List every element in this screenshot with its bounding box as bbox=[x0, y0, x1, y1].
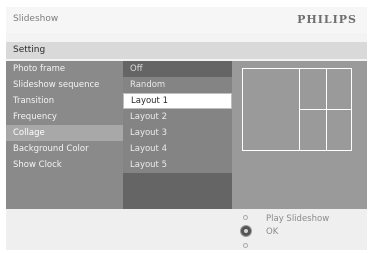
preview-cell bbox=[326, 69, 351, 110]
brand-logo: PHILIPS bbox=[297, 13, 357, 26]
option-layout-3[interactable]: Layout 3 bbox=[123, 125, 232, 141]
option-layout-1[interactable]: Layout 1 bbox=[123, 93, 232, 109]
photo-frame-screen: Slideshow PHILIPS Setting Photo frame Sl… bbox=[6, 7, 367, 250]
option-layout-2[interactable]: Layout 2 bbox=[123, 109, 232, 125]
preview-cell-large bbox=[243, 69, 300, 151]
hint-ok: OK bbox=[266, 227, 279, 237]
option-random[interactable]: Random bbox=[123, 77, 232, 93]
dial-center bbox=[244, 229, 248, 233]
control-hints: Play Slideshow OK bbox=[6, 209, 367, 250]
menu-item-slideshow-sequence[interactable]: Slideshow sequence bbox=[6, 77, 123, 93]
collage-options: Off Random Layout 1 Layout 2 Layout 3 La… bbox=[123, 61, 232, 173]
menu-item-collage[interactable]: Collage bbox=[6, 125, 123, 141]
option-layout-5[interactable]: Layout 5 bbox=[123, 157, 232, 173]
navigation-dial-icon bbox=[236, 215, 256, 248]
menu-item-photo-frame[interactable]: Photo frame bbox=[6, 61, 123, 77]
screen-title: Slideshow bbox=[13, 14, 59, 24]
settings-menu-panel: Photo frame Slideshow sequence Transitio… bbox=[6, 61, 123, 209]
menu-item-background-color[interactable]: Background Color bbox=[6, 141, 123, 157]
setting-breadcrumb: Setting bbox=[6, 42, 367, 59]
preview-cell bbox=[326, 109, 351, 150]
menu-item-frequency[interactable]: Frequency bbox=[6, 109, 123, 125]
option-off[interactable]: Off bbox=[123, 61, 232, 77]
option-layout-4[interactable]: Layout 4 bbox=[123, 141, 232, 157]
down-indicator-icon bbox=[243, 243, 248, 248]
up-indicator-icon bbox=[243, 215, 248, 220]
collage-options-panel: Off Random Layout 1 Layout 2 Layout 3 La… bbox=[123, 61, 232, 209]
hint-play-slideshow: Play Slideshow bbox=[266, 214, 330, 224]
preview-cell bbox=[299, 69, 327, 110]
menu-item-transition[interactable]: Transition bbox=[6, 93, 123, 109]
layout-preview-panel bbox=[232, 61, 367, 209]
preview-cell bbox=[299, 109, 327, 150]
title-bar: Slideshow PHILIPS bbox=[6, 7, 367, 33]
settings-menu: Photo frame Slideshow sequence Transitio… bbox=[6, 61, 123, 173]
collage-layout-preview bbox=[242, 68, 352, 151]
setting-label: Setting bbox=[13, 45, 46, 55]
menu-item-show-clock[interactable]: Show Clock bbox=[6, 157, 123, 173]
